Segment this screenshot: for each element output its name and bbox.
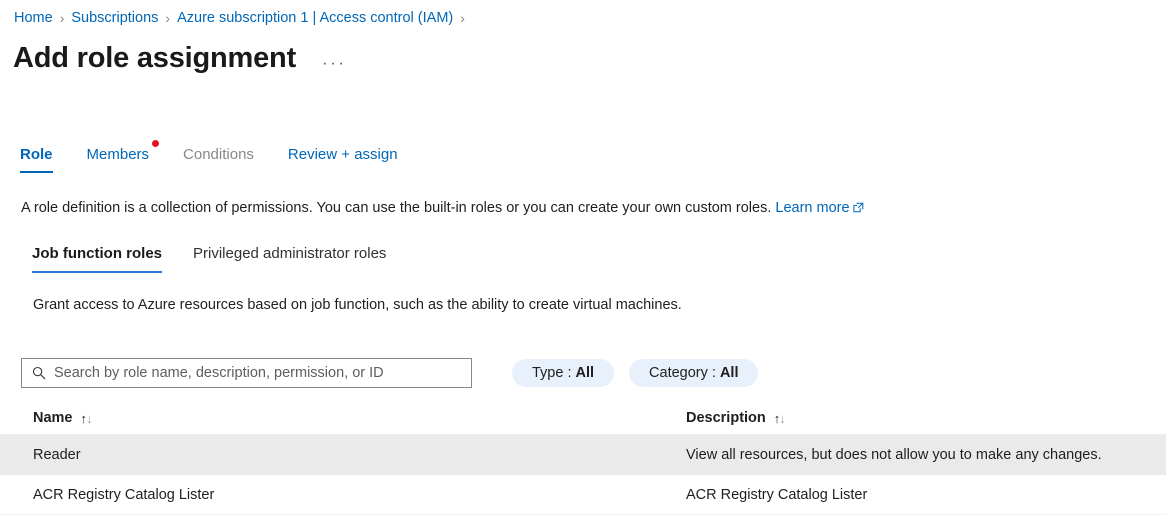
filter-pill-category-value: All	[719, 365, 739, 381]
filter-pill-type-value: All	[575, 365, 595, 381]
sort-icon: ↑ ↓	[773, 410, 786, 426]
breadcrumb-item-subscriptions[interactable]: Subscriptions	[71, 8, 158, 28]
description-text: A role definition is a collection of per…	[21, 200, 772, 216]
filter-pill-category[interactable]: Category : All	[629, 359, 759, 387]
more-options-icon[interactable]: ···	[322, 54, 346, 71]
filter-pill-category-key: Category :	[649, 365, 716, 381]
row-description: ACR Registry Catalog Lister	[686, 486, 868, 503]
search-icon	[32, 366, 46, 380]
subtab-job-function-roles-label: Job function roles	[32, 245, 163, 262]
tab-review-assign[interactable]: Review + assign	[288, 145, 398, 175]
row-name: ACR Registry Catalog Lister	[33, 486, 215, 503]
table-row[interactable]: Reader View all resources, but does not …	[0, 435, 1166, 475]
tab-conditions-label: Conditions	[183, 146, 254, 163]
role-category-tabs: Job function roles Privileged administra…	[32, 243, 417, 274]
wizard-tabs: Role Members Conditions Review + assign	[20, 140, 432, 175]
page-header: Add role assignment ···	[13, 40, 347, 76]
table-row[interactable]: ACR Registry Catalog Lister ACR Registry…	[0, 475, 1166, 515]
breadcrumb: Home › Subscriptions › Azure subscriptio…	[14, 8, 472, 28]
column-header-name-label: Name	[33, 410, 73, 426]
row-description: View all resources, but does not allow y…	[686, 446, 1102, 463]
table-header-row: Name ↑ ↓ Description ↑ ↓	[0, 402, 1166, 435]
tab-role-label: Role	[20, 146, 53, 163]
grant-access-description: Grant access to Azure resources based on…	[33, 297, 682, 313]
external-link-icon	[852, 199, 864, 219]
subtab-job-function-roles[interactable]: Job function roles	[32, 243, 163, 274]
roles-table: Name ↑ ↓ Description ↑ ↓ Reader View all r…	[0, 402, 1166, 515]
row-name: Reader	[33, 446, 81, 463]
column-header-description[interactable]: Description ↑ ↓	[686, 410, 1166, 426]
tab-role[interactable]: Role	[20, 145, 53, 175]
breadcrumb-separator-icon: ›	[165, 10, 171, 26]
role-definition-description: A role definition is a collection of per…	[21, 198, 864, 219]
learn-more-link[interactable]: Learn more	[775, 200, 849, 216]
tab-review-assign-label: Review + assign	[287, 146, 398, 163]
breadcrumb-item-access-control[interactable]: Azure subscription 1 | Access control (I…	[177, 8, 453, 28]
sort-icon: ↑ ↓	[80, 410, 93, 426]
column-header-description-label: Description	[686, 410, 766, 426]
search-input[interactable]	[54, 360, 463, 386]
subtab-privileged-administrator-roles-label: Privileged administrator roles	[193, 245, 387, 262]
roles-toolbar: Type : All Category : All	[21, 358, 759, 388]
required-badge-icon	[152, 140, 160, 147]
breadcrumb-separator-icon: ›	[59, 10, 65, 26]
filter-pill-type[interactable]: Type : All	[512, 359, 615, 387]
breadcrumb-item-home[interactable]: Home	[14, 8, 53, 28]
tab-conditions[interactable]: Conditions	[183, 145, 254, 175]
page-title: Add role assignment	[13, 42, 297, 74]
column-header-name[interactable]: Name ↑ ↓	[33, 410, 686, 426]
breadcrumb-separator-icon: ›	[460, 10, 465, 26]
filter-pill-type-key: Type :	[532, 365, 572, 381]
subtab-privileged-administrator-roles[interactable]: Privileged administrator roles	[193, 243, 386, 274]
tab-members-label: Members	[86, 146, 150, 163]
search-box[interactable]	[21, 358, 472, 388]
tab-members[interactable]: Members	[86, 140, 160, 175]
